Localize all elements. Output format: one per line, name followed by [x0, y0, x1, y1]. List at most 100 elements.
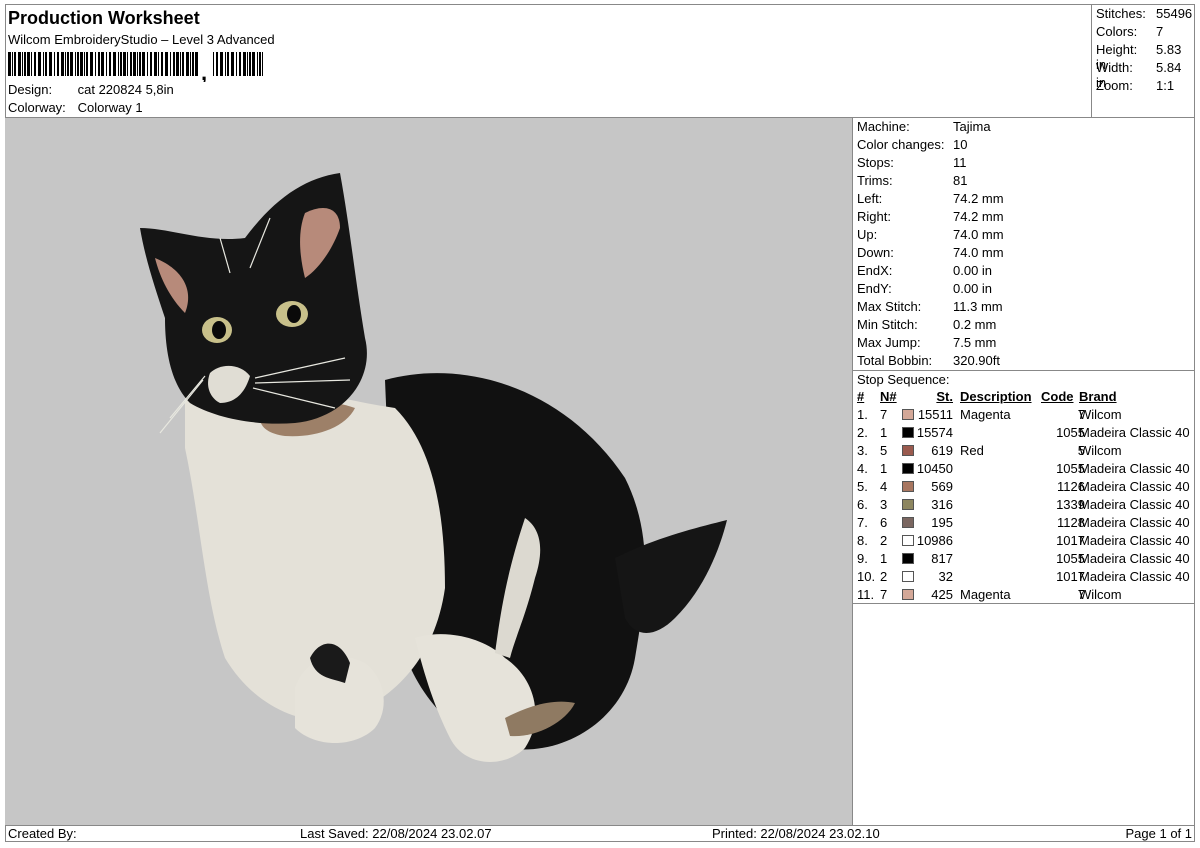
- stop-sequence-row: 2. 1 15574 1055 Madeira Classic 40: [853, 424, 1195, 442]
- stop-sequence-title: Stop Sequence:: [853, 370, 1195, 388]
- summary-label: Colors:: [1096, 24, 1138, 39]
- col-num-header: #: [857, 389, 865, 404]
- created-by: Created By:: [8, 826, 77, 841]
- machine-info-value: 320.90ft: [953, 353, 1000, 368]
- machine-info-label: Trims:: [857, 173, 893, 188]
- thread-brand: Wilcom: [1079, 407, 1122, 422]
- stop-sequence-row: 6. 3 316 1339 Madeira Classic 40: [853, 496, 1195, 514]
- machine-info-value: 0.00 in: [953, 263, 993, 278]
- needle-number: 6: [880, 515, 888, 530]
- machine-info-row: EndX: 0.00 in: [857, 262, 992, 280]
- color-swatch: [902, 553, 914, 564]
- colorway-value: Colorway 1: [77, 100, 143, 115]
- thread-brand: Madeira Classic 40: [1079, 569, 1190, 584]
- machine-info-label: EndY:: [857, 281, 892, 296]
- summary-row: Colors: 7: [1096, 24, 1163, 39]
- stitch-count: 15511: [917, 407, 953, 422]
- cat-embroidery-icon: [140, 173, 727, 762]
- stop-number: 1.: [857, 407, 868, 422]
- thread-brand: Madeira Classic 40: [1079, 497, 1190, 512]
- stop-number: 7.: [857, 515, 868, 530]
- stop-sequence-row: 11. 7 425 Magenta 7 Wilcom: [853, 586, 1195, 604]
- machine-info-row: Stops: 11: [857, 154, 967, 172]
- stop-number: 8.: [857, 533, 868, 548]
- summary-row: Stitches: 55496: [1096, 6, 1192, 21]
- worksheet-title: Production Worksheet: [8, 8, 200, 28]
- stitch-count: 316: [931, 497, 953, 512]
- color-swatch: [902, 445, 914, 456]
- colorway-row: Colorway: Colorway 1: [8, 100, 143, 115]
- stitch-count: 569: [931, 479, 953, 494]
- page-number: Page 1 of 1: [1125, 826, 1193, 841]
- machine-info-label: Machine:: [857, 119, 910, 134]
- stop-sequence-row: 1. 7 15511 Magenta 7 Wilcom: [853, 406, 1195, 424]
- stop-sequence-row: 7. 6 195 1128 Madeira Classic 40: [853, 514, 1195, 532]
- stitch-count: 15574: [916, 425, 953, 440]
- design-row: Design: cat 220824 5,8in: [8, 82, 174, 97]
- machine-info-label: Max Jump:: [857, 335, 921, 350]
- stitch-count: 195: [931, 515, 953, 530]
- stop-sequence-header: # N# St. Description Code Brand: [853, 388, 1195, 406]
- stop-sequence-row: 10. 2 32 1017 Madeira Classic 40: [853, 568, 1195, 586]
- machine-info-row: Trims: 81: [857, 172, 967, 190]
- stop-number: 11.: [857, 587, 875, 602]
- machine-info-row: Up: 74.0 mm: [857, 226, 1004, 244]
- needle-number: 2: [880, 569, 888, 584]
- machine-info-value: 0.2 mm: [953, 317, 997, 332]
- thread-brand: Madeira Classic 40: [1079, 515, 1190, 530]
- color-description: Magenta: [960, 407, 1011, 422]
- last-saved: Last Saved: 22/08/2024 23.02.07: [300, 826, 492, 841]
- machine-info-row: Right: 74.2 mm: [857, 208, 1004, 226]
- thread-brand: Madeira Classic 40: [1079, 551, 1190, 566]
- colorway-label: Colorway:: [8, 100, 66, 115]
- stop-sequence-row: 3. 5 619 Red 5 Wilcom: [853, 442, 1195, 460]
- stitch-count: 32: [938, 569, 953, 584]
- color-swatch: [902, 409, 914, 420]
- stop-sequence-row: 9. 1 817 1055 Madeira Classic 40: [853, 550, 1195, 568]
- stitch-count: 817: [931, 551, 953, 566]
- machine-info-label: Max Stitch:: [857, 299, 922, 314]
- stop-number: 2.: [857, 425, 868, 440]
- machine-info-value: 74.0 mm: [953, 227, 1004, 242]
- stitch-count: 619: [931, 443, 953, 458]
- thread-brand: Wilcom: [1079, 443, 1122, 458]
- machine-info-label: Total Bobbin:: [857, 353, 933, 368]
- machine-info-row: EndY: 0.00 in: [857, 280, 992, 298]
- thread-brand: Madeira Classic 40: [1079, 479, 1190, 494]
- stop-number: 6.: [857, 497, 868, 512]
- machine-info-label: Min Stitch:: [857, 317, 918, 332]
- machine-info-label: Left:: [857, 191, 883, 206]
- machine-info-label: Down:: [857, 245, 894, 260]
- needle-number: 1: [880, 551, 888, 566]
- col-brand-header: Brand: [1079, 389, 1117, 404]
- stop-sequence-row: 4. 1 10450 1055 Madeira Classic 40: [853, 460, 1195, 478]
- color-swatch: [902, 481, 914, 492]
- summary-label: Stitches:: [1096, 6, 1146, 21]
- summary-label: Height:: [1096, 42, 1138, 57]
- machine-info-row: Left: 74.2 mm: [857, 190, 1004, 208]
- machine-info-row: Max Jump: 7.5 mm: [857, 334, 996, 352]
- needle-number: 2: [880, 533, 888, 548]
- color-swatch: [902, 499, 914, 510]
- machine-info-value: 10: [953, 137, 968, 152]
- stop-number: 9.: [857, 551, 868, 566]
- stitch-count: 425: [931, 587, 953, 602]
- stitch-count: 10450: [916, 461, 953, 476]
- color-swatch: [902, 463, 914, 474]
- machine-info-label: Color changes:: [857, 137, 945, 152]
- needle-number: 7: [880, 587, 888, 602]
- color-swatch: [902, 517, 914, 528]
- machine-info-value: 74.2 mm: [953, 209, 1004, 224]
- thread-brand: Madeira Classic 40: [1079, 461, 1190, 476]
- printed-date: Printed: 22/08/2024 23.02.10: [712, 826, 880, 841]
- needle-number: 1: [880, 425, 888, 440]
- col-needle-header: N#: [880, 389, 897, 404]
- color-description: Red: [960, 443, 984, 458]
- summary-value: 1:1: [1156, 78, 1175, 93]
- worksheet-header: Production Worksheet Wilcom EmbroiderySt…: [5, 4, 1092, 118]
- needle-number: 5: [880, 443, 888, 458]
- color-swatch: [902, 427, 914, 438]
- machine-info-value: 81: [953, 173, 968, 188]
- color-swatch: [902, 589, 914, 600]
- stop-number: 5.: [857, 479, 868, 494]
